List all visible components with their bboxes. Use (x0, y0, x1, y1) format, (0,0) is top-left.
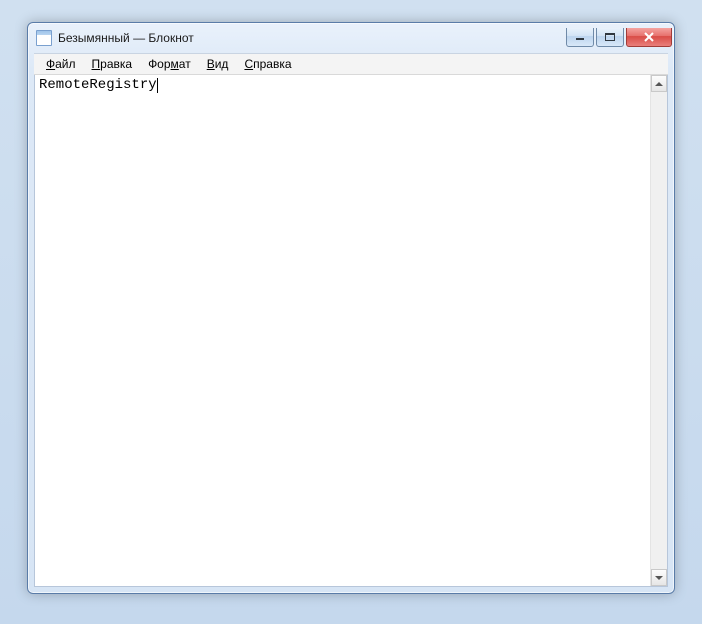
minimize-button[interactable] (566, 28, 594, 47)
scroll-up-button[interactable] (651, 75, 667, 92)
notepad-window: Безымянный — Блокнот Файл Правка Формат … (27, 22, 675, 594)
scroll-track[interactable] (651, 92, 667, 569)
maximize-button[interactable] (596, 28, 624, 47)
menubar: Файл Правка Формат Вид Справка (34, 53, 668, 75)
client-area: RemoteRegistry (34, 75, 668, 587)
window-title: Безымянный — Блокнот (58, 31, 566, 45)
text-editor[interactable]: RemoteRegistry (35, 75, 650, 586)
close-icon (643, 32, 655, 42)
vertical-scrollbar[interactable] (650, 75, 667, 586)
menu-help[interactable]: Справка (236, 55, 299, 73)
close-button[interactable] (626, 28, 672, 47)
notepad-app-icon (36, 30, 52, 46)
editor-content: RemoteRegistry (39, 77, 157, 93)
menu-view[interactable]: Вид (199, 55, 237, 73)
titlebar[interactable]: Безымянный — Блокнот (28, 23, 674, 53)
scroll-down-button[interactable] (651, 569, 667, 586)
text-caret (157, 78, 158, 93)
menu-edit[interactable]: Правка (84, 55, 141, 73)
menu-file[interactable]: Файл (38, 55, 84, 73)
chevron-down-icon (655, 576, 663, 580)
maximize-icon (605, 33, 615, 41)
menu-format[interactable]: Формат (140, 55, 199, 73)
chevron-up-icon (655, 82, 663, 86)
window-controls (566, 28, 672, 47)
minimize-icon (575, 33, 585, 41)
